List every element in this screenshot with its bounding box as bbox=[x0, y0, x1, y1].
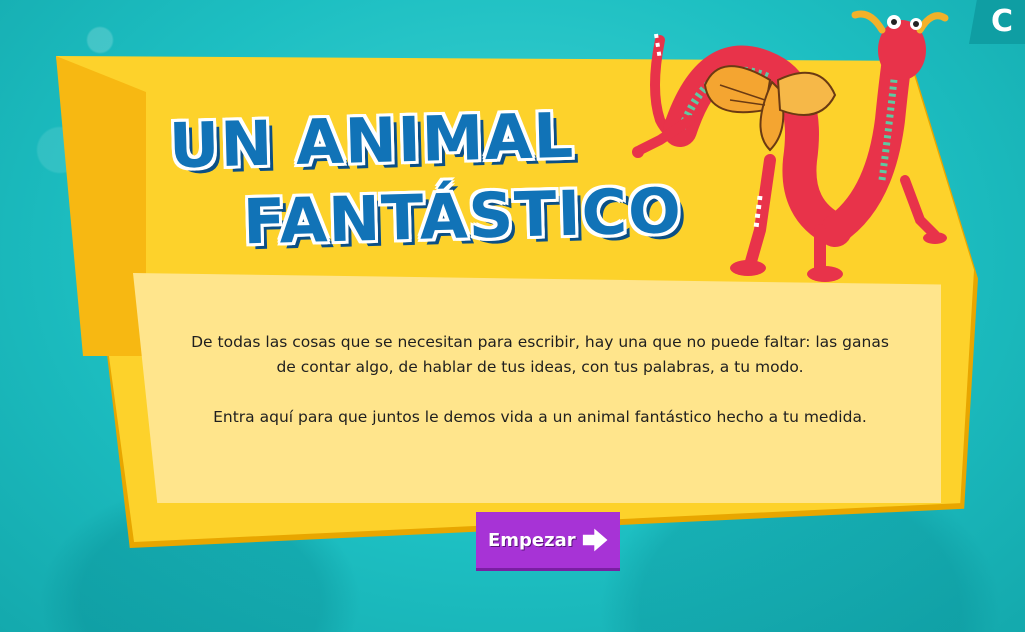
intro-text: De todas las cosas que se necesitan para… bbox=[190, 330, 890, 455]
start-button[interactable]: Empezar bbox=[476, 512, 620, 568]
arrow-right-icon bbox=[582, 528, 608, 552]
intro-paragraph-2: Entra aquí para que juntos le demos vida… bbox=[213, 408, 867, 426]
intro-paragraph-1: De todas las cosas que se necesitan para… bbox=[191, 333, 889, 376]
alebrije-creature-icon bbox=[632, 10, 949, 282]
title-line-1: UN ANIMAL bbox=[168, 98, 575, 183]
corner-badge-letter[interactable]: C bbox=[991, 4, 1013, 40]
start-button-label: Empezar bbox=[488, 529, 576, 551]
